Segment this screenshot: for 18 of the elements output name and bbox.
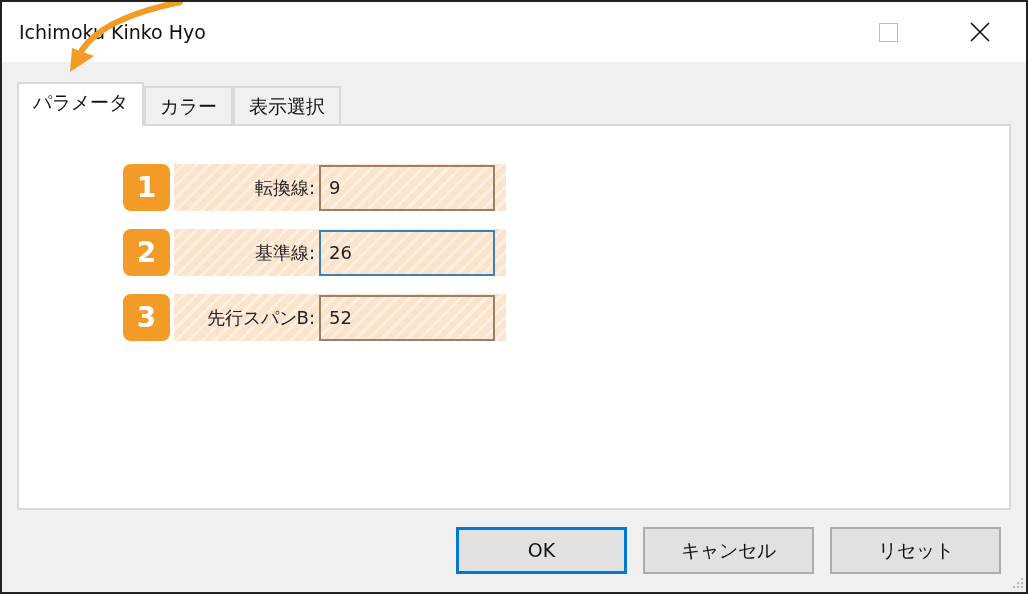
input-field[interactable]: 26 [319,229,495,276]
number-marker: 1 [123,164,170,211]
dialog-button[interactable]: リセット [830,527,1001,574]
maximize-icon[interactable] [878,22,898,42]
field-label: 転換線: [253,176,316,200]
tab[interactable]: 表示選択 [233,86,341,124]
tab[interactable]: パラメータ [17,82,144,126]
field-label: 基準線: [253,241,316,265]
field-label: 先行スパンB: [205,306,316,330]
number-marker: 2 [123,229,170,276]
dialog-button[interactable]: OK [456,527,627,574]
input-field[interactable]: 52 [319,294,495,341]
resize-grip-icon[interactable] [1012,578,1024,590]
close-icon[interactable] [970,22,990,42]
number-marker: 3 [123,294,170,341]
input-field[interactable]: 9 [319,164,495,211]
dialog-button[interactable]: キャンセル [643,527,814,574]
tab[interactable]: カラー [144,86,233,124]
